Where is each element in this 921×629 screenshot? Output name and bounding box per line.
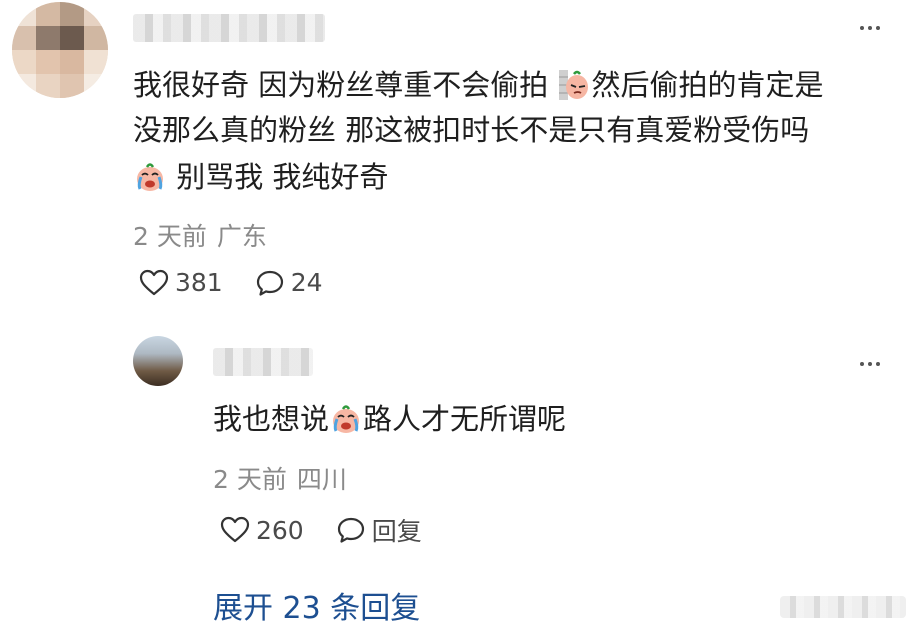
smirk-sticker-icon (559, 70, 589, 100)
crying-sticker-icon (333, 405, 360, 433)
speech-bubble-icon (256, 270, 283, 296)
comment-text-line-3: 别骂我 我纯好奇 (133, 161, 388, 193)
comment-actions: 381 24 (139, 268, 323, 297)
more-dots-icon[interactable] (860, 26, 880, 30)
reply-count: 24 (290, 268, 323, 297)
crying-sticker-icon (137, 163, 163, 191)
reply-like-button[interactable]: 260 (220, 516, 304, 545)
comment-text-line-2: 没那么真的粉丝 那这被扣时长不是只有真爱粉受伤吗 (133, 113, 810, 147)
reply-button[interactable]: 回复 (336, 512, 422, 548)
reply-avatar[interactable] (133, 336, 183, 386)
comment-text-line-1: 我很好奇 因为粉丝尊重不会偷拍 然后偷拍的肯定是 (133, 68, 824, 102)
reply-text: 我也想说 路人才无所谓呢 (213, 402, 567, 436)
reply-actions: 260 回复 (220, 512, 422, 548)
comment-location: 广东 (216, 222, 267, 251)
reply-meta: 2 天前 四川 (213, 460, 347, 496)
comment-time: 2 天前 (133, 222, 207, 251)
comment-meta: 2 天前 广东 (133, 217, 267, 253)
like-button[interactable]: 381 (139, 268, 223, 297)
reply-label: 回复 (371, 517, 422, 546)
reply-location: 四川 (296, 465, 347, 494)
username-blurred[interactable] (133, 14, 325, 42)
speech-bubble-icon (337, 517, 364, 543)
avatar[interactable] (12, 2, 108, 98)
heart-icon (139, 269, 169, 295)
watermark (780, 596, 906, 618)
reply-more-dots-icon[interactable] (860, 362, 880, 366)
heart-icon (220, 516, 250, 543)
reply-like-count: 260 (256, 515, 304, 545)
reply-count-button[interactable]: 24 (255, 268, 323, 297)
reply-username-blurred[interactable] (213, 348, 313, 376)
reply-time: 2 天前 (213, 465, 287, 494)
like-count: 381 (175, 268, 223, 297)
expand-replies-link[interactable]: 展开 23 条回复 (213, 583, 420, 627)
